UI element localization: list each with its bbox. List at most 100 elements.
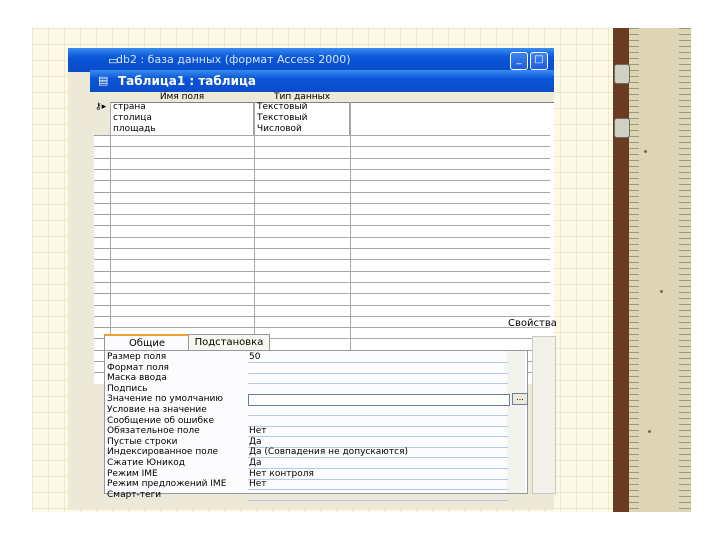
table-window-titlebar[interactable]: ▤ Таблица1 : таблица <box>90 70 554 92</box>
ruler-dot <box>648 430 651 433</box>
property-label: Подпись <box>107 383 148 394</box>
empty-field-row[interactable] <box>110 259 550 261</box>
ruler-dot <box>660 290 663 293</box>
property-value[interactable]: Да <box>248 458 508 469</box>
empty-field-row[interactable] <box>110 248 550 249</box>
row-selector[interactable] <box>94 270 110 272</box>
field-name-cell[interactable]: страна <box>110 102 254 113</box>
empty-field-row[interactable] <box>110 157 550 159</box>
empty-field-row[interactable] <box>110 304 550 306</box>
property-row: Размер поля 50 <box>105 352 509 363</box>
row-selector[interactable] <box>94 248 110 249</box>
table-icon: ▤ <box>98 74 109 87</box>
property-value[interactable] <box>248 490 508 501</box>
builder-button[interactable]: ... <box>512 393 528 406</box>
row-selector[interactable] <box>94 327 110 329</box>
property-label: Значение по умолчанию <box>107 394 223 405</box>
empty-field-row[interactable] <box>110 180 550 182</box>
ruler-dot <box>644 150 647 153</box>
field-row[interactable]: ⚷▸ страна Текстовый <box>94 102 554 114</box>
row-selector[interactable] <box>94 180 110 182</box>
row-selector[interactable] <box>94 259 110 261</box>
field-row[interactable]: площадь Числовой <box>94 124 554 136</box>
empty-field-row[interactable] <box>110 281 550 283</box>
property-value[interactable] <box>248 363 508 374</box>
property-row: Условие на значение <box>105 405 509 416</box>
empty-field-row[interactable] <box>110 315 550 317</box>
ruler-clip <box>614 64 630 84</box>
property-row: Индексированное поле Да (Совпадения не до… <box>105 447 509 459</box>
property-row: Сообщение об ошибке <box>105 416 509 427</box>
tab-lookup[interactable]: Подстановка <box>188 334 270 351</box>
property-value[interactable]: Да <box>248 437 508 448</box>
table-design-window: ▤ Таблица1 : таблица Имя поля Тип данных… <box>90 70 557 510</box>
row-selector[interactable] <box>94 191 110 193</box>
ruler-edge <box>613 28 629 512</box>
field-row[interactable]: столица Текстовый <box>94 113 554 125</box>
row-selector[interactable] <box>94 315 110 317</box>
property-row: Значение по умолчанию... <box>105 393 528 407</box>
properties-help-area <box>532 336 556 494</box>
empty-field-row[interactable] <box>110 191 550 193</box>
row-selector[interactable] <box>94 146 110 148</box>
row-selector[interactable] <box>94 225 110 227</box>
database-window-titlebar[interactable]: ▭ db2 : база данных (формат Access 2000)… <box>68 48 554 72</box>
row-selector[interactable] <box>94 168 110 170</box>
property-row: Режим IME Нет контроля <box>105 469 509 480</box>
property-value[interactable]: Нет контроля <box>248 469 508 480</box>
property-value[interactable] <box>248 405 508 416</box>
data-type-cell[interactable]: Текстовый <box>254 113 350 124</box>
property-label: Смарт-теги <box>107 489 162 500</box>
property-value[interactable] <box>248 384 508 395</box>
property-row: Пустые строки Да <box>105 437 509 448</box>
row-selector[interactable] <box>94 214 110 216</box>
empty-field-row[interactable] <box>110 327 550 329</box>
row-selector[interactable] <box>94 281 110 283</box>
property-label: Пустые строки <box>107 436 178 447</box>
property-row: Формат поля <box>105 363 509 374</box>
row-selector[interactable] <box>94 293 110 295</box>
property-row: Сжатие Юникод Да <box>105 458 509 469</box>
field-name-cell[interactable]: столица <box>110 113 254 124</box>
row-selector[interactable] <box>94 157 110 159</box>
data-type-cell[interactable]: Текстовый <box>254 102 350 113</box>
property-label: Маска ввода <box>107 373 167 384</box>
field-properties-panel: Размер поля 50 Формат поля Маска ввода Подпи… <box>104 350 528 501</box>
property-label: Режим предложений IME <box>107 479 227 490</box>
property-label: Сжатие Юникод <box>107 458 186 468</box>
database-window-side <box>68 72 90 510</box>
empty-field-row[interactable] <box>110 293 550 295</box>
property-row: Смарт-теги <box>105 490 509 501</box>
maximize-button[interactable]: □ <box>530 52 548 70</box>
property-row: Маска ввода <box>105 373 509 385</box>
empty-field-row[interactable] <box>110 214 550 216</box>
empty-field-row[interactable] <box>110 168 550 170</box>
properties-scroll-area <box>507 351 525 493</box>
row-selector[interactable] <box>94 202 110 204</box>
property-value[interactable]: Нет <box>248 479 508 491</box>
row-selector[interactable] <box>94 135 110 136</box>
row-selector[interactable] <box>94 236 110 238</box>
data-type-cell[interactable]: Числовой <box>254 124 350 135</box>
property-value[interactable] <box>248 373 508 385</box>
empty-field-row[interactable] <box>110 236 550 238</box>
property-label: Условие на значение <box>107 405 207 415</box>
grid-divider <box>350 102 351 384</box>
property-value[interactable]: Нет <box>248 426 508 438</box>
empty-field-row[interactable] <box>110 135 550 136</box>
property-value[interactable]: 50 <box>248 352 508 363</box>
minimize-button[interactable]: _ <box>510 52 528 70</box>
property-value[interactable] <box>248 416 508 427</box>
property-label: Обязательное поле <box>107 426 200 437</box>
empty-field-row[interactable] <box>110 225 550 227</box>
property-value[interactable]: Да (Совпадения не допускаются) <box>248 447 508 459</box>
empty-field-row[interactable] <box>110 270 550 272</box>
field-name-cell[interactable]: площадь <box>110 124 254 135</box>
row-selector[interactable] <box>94 304 110 306</box>
property-label: Режим IME <box>107 468 158 479</box>
property-label: Размер поля <box>107 352 167 362</box>
ruler-clip <box>614 118 630 138</box>
property-label: Индексированное поле <box>107 447 219 458</box>
empty-field-row[interactable] <box>110 202 550 204</box>
empty-field-row[interactable] <box>110 146 550 148</box>
